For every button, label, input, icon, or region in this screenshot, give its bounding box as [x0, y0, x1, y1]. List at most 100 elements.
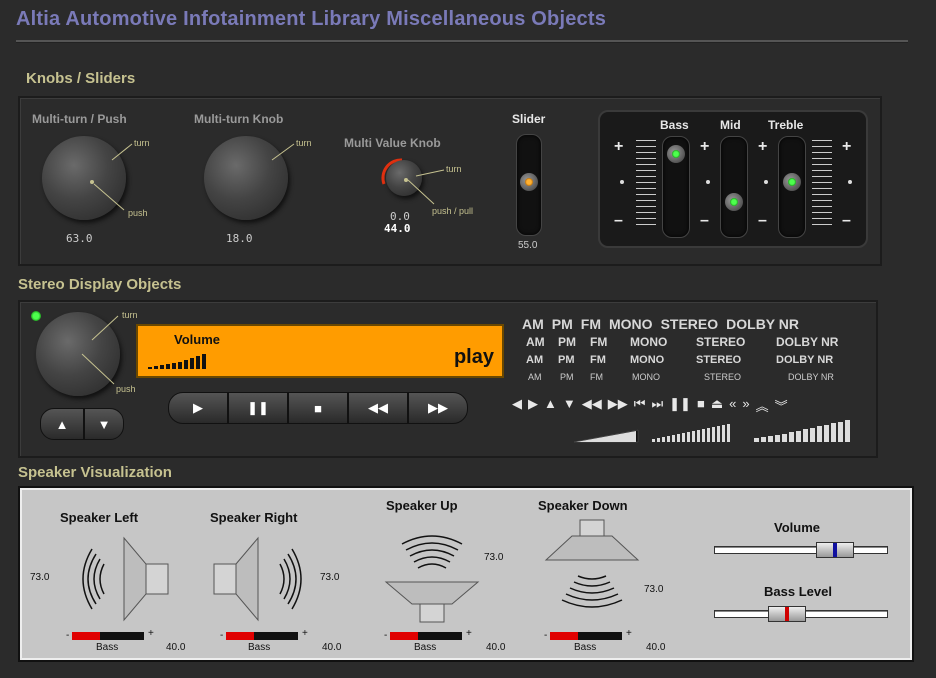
chevron-down-icon[interactable]: ︾	[775, 396, 788, 415]
level-meters	[574, 420, 850, 443]
down-arrow-icon[interactable]: ▼	[563, 396, 576, 415]
chevron-right-icon[interactable]: »	[742, 396, 749, 415]
chevron-up-icon[interactable]: ︽	[756, 396, 769, 415]
eq-bass-mid-dot	[706, 180, 710, 184]
up-arrow-icon[interactable]: ▲	[544, 396, 557, 415]
rewind-small-icon[interactable]: ◀◀	[582, 396, 602, 415]
band-mono-large: MONO	[609, 316, 653, 332]
slider-label: Slider	[512, 112, 546, 126]
eq-treble-led	[788, 178, 796, 186]
band-dolby-small: DOLBY NR	[776, 354, 834, 366]
arrow-down-button[interactable]: ▼	[84, 408, 124, 440]
knob3-push-label: push / pull	[432, 206, 474, 216]
eq-bass-slider[interactable]	[662, 136, 690, 238]
speaker-up-plus: +	[466, 628, 472, 639]
speaker-up-bass-bar	[390, 632, 462, 640]
speaker-left-bass-label: Bass	[96, 642, 119, 653]
eq-left-ticks	[636, 140, 656, 230]
knob3-leaders	[407, 169, 445, 205]
stop-small-icon[interactable]: ■	[697, 396, 705, 415]
eq-mid-thumb[interactable]	[725, 193, 743, 211]
stop-icon: ■	[314, 400, 322, 416]
band-fm-medium: FM	[590, 335, 608, 349]
eq-mid-minus: –	[758, 212, 767, 229]
stop-button[interactable]: ■	[288, 392, 348, 424]
left-arrow-icon[interactable]: ◀	[512, 396, 522, 415]
volume-slider-thumb[interactable]	[816, 542, 854, 558]
volume-display-label: Volume	[174, 332, 220, 347]
speaker-left-bass-bar	[72, 632, 144, 640]
fast-forward-icon: ▶▶	[428, 400, 448, 415]
pause-small-icon[interactable]: ❚❚	[669, 396, 691, 415]
band-fm-large: FM	[580, 316, 601, 332]
band-am-tiny: AM	[528, 372, 542, 382]
speaker-down-plus: +	[626, 628, 632, 639]
speaker-down-bass-value: 40.0	[646, 642, 666, 653]
knob2-label: Multi-turn Knob	[194, 112, 284, 126]
eq-treble-slider[interactable]	[778, 136, 806, 238]
band-pm-large: PM	[551, 316, 573, 332]
band-stereo-large: STEREO	[660, 316, 719, 332]
speaker-right-minus: -	[220, 630, 224, 641]
band-dolby-medium: DOLBY NR	[776, 335, 839, 349]
band-pm-tiny: PM	[560, 372, 574, 382]
eq-right-plus: +	[842, 138, 852, 155]
band-pm-medium: PM	[558, 335, 576, 349]
transport-controls: ▶ ❚❚ ■ ◀◀ ▶▶	[168, 392, 468, 424]
band-dolby-large: DOLBY NR	[726, 316, 799, 332]
bass-level-slider-thumb[interactable]	[768, 606, 806, 622]
speaker-up-value: 73.0	[484, 552, 504, 563]
fast-forward-button[interactable]: ▶▶	[408, 392, 468, 424]
band-stereo-small: STEREO	[696, 354, 742, 366]
skip-forward-icon[interactable]: ⏭	[651, 396, 663, 415]
speaker-right-plus: +	[302, 628, 308, 639]
right-arrow-icon[interactable]: ▶	[528, 396, 538, 415]
speaker-right-bass-bar	[226, 632, 298, 640]
eq-bass-thumb[interactable]	[667, 145, 685, 163]
eq-bass-minus: –	[700, 212, 709, 229]
eq-left-plus: +	[614, 138, 624, 155]
eq-treble-thumb[interactable]	[783, 173, 801, 191]
eq-mid-led	[730, 198, 738, 206]
stereo-knob-push-label: push	[116, 384, 136, 394]
volume-display-bars	[148, 354, 206, 369]
vertical-slider-thumb[interactable]	[520, 173, 538, 191]
knob3-label: Multi Value Knob	[344, 136, 441, 150]
play-button[interactable]: ▶	[168, 392, 228, 424]
eq-mid-slider[interactable]	[720, 136, 748, 238]
volume-slider-label: Volume	[774, 520, 820, 535]
volume-slider-track[interactable]	[714, 546, 888, 554]
volume-display: Volume play	[136, 324, 504, 378]
rewind-button[interactable]: ◀◀	[348, 392, 408, 424]
chevron-left-icon[interactable]: «	[729, 396, 736, 415]
speaker-up-label: Speaker Up	[386, 498, 458, 513]
volume-thumb-marker	[833, 543, 837, 557]
eq-left-minus: –	[614, 212, 623, 229]
band-mono-small: MONO	[630, 354, 665, 366]
eject-icon[interactable]: ⏏	[711, 396, 723, 415]
play-status: play	[453, 346, 494, 368]
vertical-slider-track[interactable]	[516, 134, 542, 236]
speaker-up-minus: -	[384, 630, 388, 641]
arrow-up-button[interactable]: ▲	[40, 408, 84, 440]
band-row-large: AM PM FM MONO STEREO DOLBY NR	[522, 316, 799, 332]
band-stereo-medium: STEREO	[696, 335, 746, 349]
media-icon-row: ◀ ▶ ▲ ▼ ◀◀ ▶▶ ⏮ ⏭ ❚❚ ■ ⏏ « » ︽ ︾	[512, 396, 788, 415]
play-icon: ▶	[193, 400, 203, 415]
slider-led	[525, 178, 533, 186]
forward-small-icon[interactable]: ▶▶	[608, 396, 628, 415]
band-stereo-tiny: STEREO	[704, 372, 742, 382]
level-meter-3	[754, 420, 850, 442]
rewind-icon: ◀◀	[368, 400, 388, 415]
equalizer-panel: Bass Mid Treble + – + – + – + –	[598, 110, 868, 248]
band-am-large: AM	[522, 316, 544, 332]
knob2-value: 18.0	[226, 232, 253, 245]
pause-button[interactable]: ❚❚	[228, 392, 288, 424]
skip-back-icon[interactable]: ⏮	[634, 396, 646, 415]
band-dolby-tiny: DOLBY NR	[788, 372, 834, 382]
speaker-left-bass-value: 40.0	[166, 642, 186, 653]
bass-level-thumb-marker	[785, 607, 789, 621]
band-fm-small: FM	[590, 354, 606, 366]
eq-bass-led	[672, 150, 680, 158]
speaker-left-value: 73.0	[30, 572, 50, 583]
